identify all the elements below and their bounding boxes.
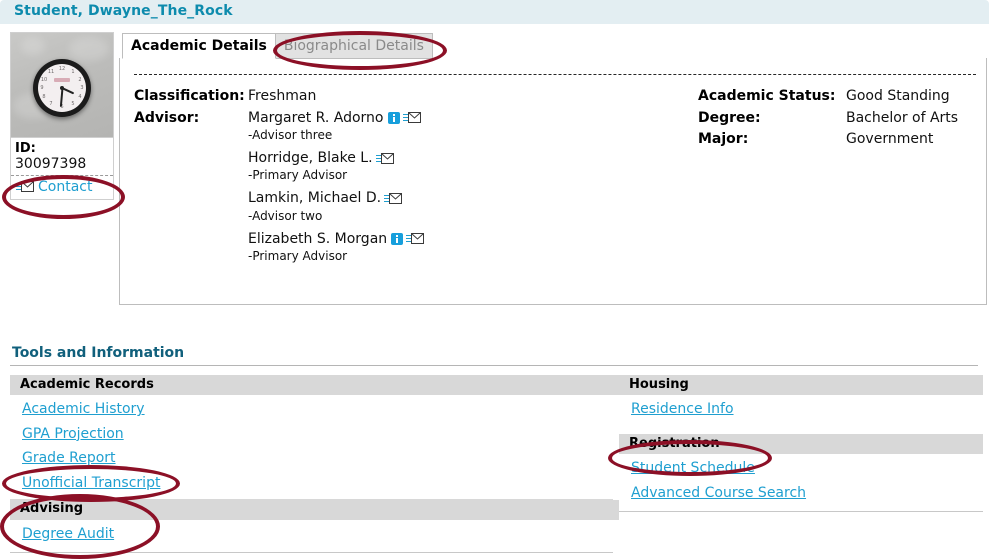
tab-bar: Academic Details Biographical Details — [122, 33, 433, 60]
link-student-schedule[interactable]: Student Schedule — [631, 456, 755, 481]
contact-row[interactable]: Contact — [11, 174, 113, 199]
photo-wall-texture — [21, 37, 45, 55]
major-label: Major: — [698, 131, 749, 148]
clock-icon: 12 1 2 3 4 5 6 7 8 9 10 11 — [33, 59, 91, 117]
page-header-bar: Student, Dwayne_The_Rock — [0, 0, 989, 24]
degree-value: Bachelor of Arts — [846, 109, 959, 126]
field-major: Major: Government — [698, 129, 988, 151]
student-id-value: 30097398 — [15, 156, 87, 173]
advisor-role: -Primary Advisor — [248, 248, 348, 263]
section-heading-housing: Housing — [619, 375, 983, 396]
advisor-name: Margaret R. Adorno — [248, 109, 384, 126]
link-advanced-course-search[interactable]: Advanced Course Search — [631, 481, 806, 506]
info-icon[interactable] — [391, 232, 404, 245]
advisor-entry: Horridge, Blake L. — [248, 148, 424, 168]
field-academic-status: Academic Status: Good Standing — [698, 86, 988, 108]
section-divider — [10, 552, 613, 553]
advisor-label: Advisor: — [134, 109, 200, 126]
student-photo: 12 1 2 3 4 5 6 7 8 9 10 11 — [11, 33, 113, 137]
envelope-icon[interactable] — [406, 233, 425, 245]
section-links-housing: Residence Info — [619, 395, 983, 426]
advisor-entry: Elizabeth S. Morgan — [248, 229, 425, 249]
link-degree-audit[interactable]: Degree Audit — [22, 522, 114, 547]
student-id-label: ID: — [15, 141, 36, 156]
advisor-role: -Primary Advisor — [248, 168, 348, 183]
envelope-icon[interactable] — [375, 152, 394, 164]
link-academic-history[interactable]: Academic History — [22, 397, 145, 422]
advisor-role: -Advisor two — [248, 208, 323, 223]
panel-dotted-divider — [134, 74, 976, 75]
tab-biographical-details[interactable]: Biographical Details — [274, 33, 433, 60]
academic-details-right-fields: Academic Status: Good Standing Degree: B… — [698, 86, 988, 151]
tools-divider — [10, 365, 978, 366]
advisor-name: Elizabeth S. Morgan — [248, 230, 388, 247]
section-links-registration: Student Schedule Advanced Course Search — [619, 454, 983, 509]
section-heading-academic-records: Academic Records — [10, 375, 613, 396]
field-advisor: Advisor: Margaret R. Adorno -Advisor thr… — [134, 108, 694, 269]
academic-status-label: Academic Status: — [698, 88, 836, 104]
section-links-academic-records: Academic History GPA Projection Grade Re… — [10, 395, 613, 499]
page-title: Student, Dwayne_The_Rock — [14, 3, 233, 19]
link-grade-report[interactable]: Grade Report — [22, 446, 116, 471]
envelope-icon — [16, 181, 34, 193]
info-icon[interactable] — [387, 111, 400, 124]
advisor-entry: Lamkin, Michael D. — [248, 188, 424, 208]
contact-link[interactable]: Contact — [38, 179, 92, 195]
classification-value: Freshman — [248, 88, 317, 104]
degree-label: Degree: — [698, 109, 761, 126]
advisor-entry: Margaret R. Adorno — [248, 108, 424, 128]
major-value: Government — [846, 131, 934, 148]
academic-status-value: Good Standing — [846, 88, 950, 104]
advisor-list: Margaret R. Adorno -Advisor three Horrid… — [248, 108, 425, 269]
section-divider — [619, 511, 983, 512]
tab-academic-details[interactable]: Academic Details — [122, 33, 276, 60]
envelope-icon[interactable] — [402, 112, 421, 124]
tools-right-column: Housing Residence Info Registration Stud… — [619, 375, 983, 512]
tools-and-information-title: Tools and Information — [12, 345, 185, 361]
classification-label: Classification: — [134, 88, 245, 104]
photo-wall-texture — [69, 37, 109, 61]
tools-left-column: Academic Records Academic History GPA Pr… — [10, 375, 613, 553]
advisor-role: -Advisor three — [248, 127, 333, 142]
advisor-name: Lamkin, Michael D. — [248, 190, 382, 207]
envelope-icon[interactable] — [384, 192, 403, 204]
student-photo-card: 12 1 2 3 4 5 6 7 8 9 10 11 ID: 30097398 … — [10, 32, 114, 200]
section-links-advising: Degree Audit — [10, 520, 613, 551]
link-gpa-projection[interactable]: GPA Projection — [22, 422, 124, 447]
link-unofficial-transcript[interactable]: Unofficial Transcript — [22, 471, 160, 496]
section-heading-registration: Registration — [619, 433, 983, 454]
field-classification: Classification: Freshman — [134, 86, 694, 108]
field-degree: Degree: Bachelor of Arts — [698, 108, 988, 130]
clock-center-pin — [60, 86, 64, 90]
student-id-block: ID: 30097398 — [11, 137, 113, 175]
academic-details-left-fields: Classification: Freshman Advisor: Margar… — [134, 86, 694, 269]
link-residence-info[interactable]: Residence Info — [631, 397, 734, 422]
section-heading-advising: Advising — [10, 499, 613, 520]
advisor-name: Horridge, Blake L. — [248, 149, 373, 166]
clock-face: 12 1 2 3 4 5 6 7 8 9 10 11 — [38, 64, 86, 112]
